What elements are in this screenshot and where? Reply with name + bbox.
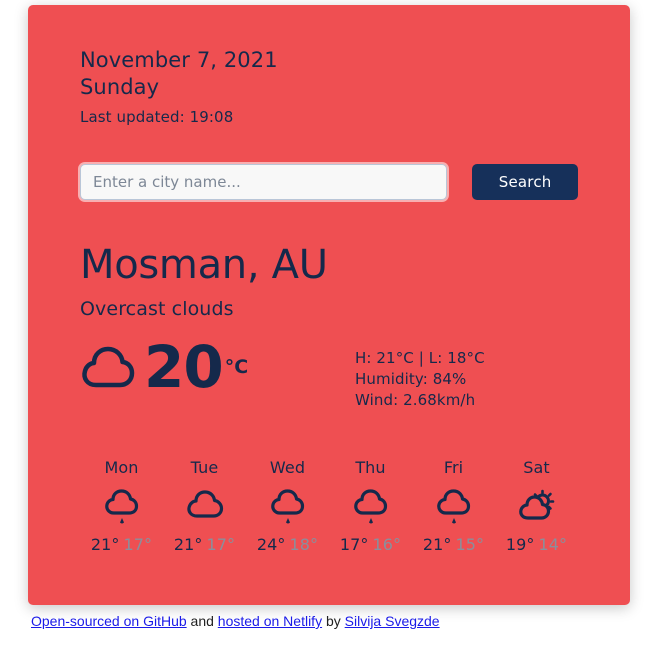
forecast-max-temp: 21° <box>422 535 452 554</box>
search-input[interactable] <box>80 164 448 200</box>
forecast-day: Mon 21° 17° <box>80 457 163 554</box>
forecast-max-temp: 21° <box>173 535 203 554</box>
forecast-day-name: Wed <box>269 458 306 477</box>
forecast-day: Wed 24° 18° <box>246 457 329 554</box>
current-temperature-block: 20 °C <box>80 338 355 396</box>
wind-value: Wind: 2.68km/h <box>355 391 476 409</box>
rain-cloud-icon <box>80 486 163 528</box>
last-updated-text: Last updated: 19:08 <box>80 108 234 126</box>
forecast-day-name: Fri <box>443 458 464 477</box>
temperature-unit: °C <box>224 356 249 378</box>
forecast-max-temp: 19° <box>505 535 535 554</box>
humidity-value: Humidity: 84% <box>355 370 467 388</box>
netlify-link[interactable]: hosted on Netlify <box>218 613 322 629</box>
forecast-min-temp: 14° <box>538 535 568 554</box>
current-weather-row: 20 °C H: 21°C | L: 18°C Humidity: 84% Wi… <box>80 338 578 411</box>
forecast-day-name: Sat <box>523 458 550 477</box>
forecast-min-temp: 17° <box>206 535 236 554</box>
forecast-temps: 21° 17° <box>163 535 246 554</box>
forecast-day-name: Thu <box>355 458 386 477</box>
city-name: Mosman, AU <box>80 242 328 288</box>
date-block: November 7, 2021 Sunday Last updated: 19… <box>80 47 578 128</box>
rain-cloud-icon <box>412 486 495 528</box>
forecast-min-temp: 18° <box>289 535 319 554</box>
forecast-max-temp: 24° <box>256 535 286 554</box>
footer-text-by: by <box>322 613 345 629</box>
current-temperature: 20 <box>144 333 224 401</box>
forecast-temps: 24° 18° <box>246 535 329 554</box>
forecast-day-name: Tue <box>190 458 219 477</box>
current-weekday: Sunday <box>80 75 160 99</box>
github-link[interactable]: Open-sourced on GitHub <box>31 613 187 629</box>
forecast-day: Tue 21° 17° <box>163 457 246 554</box>
forecast-min-temp: 15° <box>455 535 485 554</box>
footer-text-and: and <box>186 613 218 629</box>
high-low-temp: H: 21°C | L: 18°C <box>355 349 485 367</box>
cloud-icon <box>80 341 136 393</box>
forecast-min-temp: 17° <box>123 535 153 554</box>
forecast-day: Fri 21° 15° <box>412 457 495 554</box>
current-date: November 7, 2021 <box>80 48 278 72</box>
forecast-temps: 21° 17° <box>80 535 163 554</box>
forecast-max-temp: 21° <box>90 535 120 554</box>
cloud-icon <box>163 486 246 528</box>
rain-cloud-icon <box>246 486 329 528</box>
weather-card: November 7, 2021 Sunday Last updated: 19… <box>28 5 630 605</box>
footer: Open-sourced on GitHub and hosted on Net… <box>31 613 440 629</box>
forecast-temps: 17° 16° <box>329 535 412 554</box>
author-link[interactable]: Silvija Svegzde <box>345 613 440 629</box>
search-form: Search <box>80 164 578 200</box>
forecast-max-temp: 17° <box>339 535 369 554</box>
forecast-day: Thu 17° 16° <box>329 457 412 554</box>
sun-behind-cloud-icon <box>495 486 578 528</box>
weather-details: H: 21°C | L: 18°C Humidity: 84% Wind: 2.… <box>355 348 485 411</box>
weather-condition: Overcast clouds <box>80 298 234 320</box>
search-button[interactable]: Search <box>472 164 578 200</box>
forecast-temps: 19° 14° <box>495 535 578 554</box>
rain-cloud-icon <box>329 486 412 528</box>
forecast-row: Mon 21° 17° Tue 21° 17° Wed 24° 18° Thu … <box>80 457 578 554</box>
forecast-day: Sat 19° 14° <box>495 457 578 554</box>
forecast-day-name: Mon <box>104 458 139 477</box>
forecast-min-temp: 16° <box>372 535 402 554</box>
forecast-temps: 21° 15° <box>412 535 495 554</box>
